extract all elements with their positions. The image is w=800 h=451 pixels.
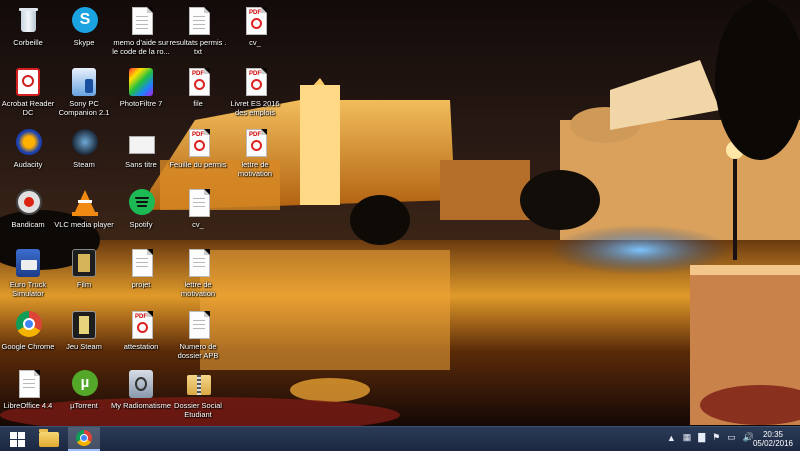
pdf-file-icon: PDF <box>240 67 270 97</box>
desktop-icon-bandicam[interactable]: Bandicam <box>0 185 56 245</box>
desktop-icon-libreoffice[interactable]: LibreOffice 4.4 <box>0 366 56 426</box>
acrobat-reader-icon <box>13 67 43 97</box>
pdf-file-icon: PDF <box>240 128 270 158</box>
pdf-file-icon: PDF <box>183 67 213 97</box>
photofiltre-icon <box>126 67 156 97</box>
desktop-icon-sans-titre[interactable]: Sans titre <box>113 125 169 185</box>
desktop-icon-skype[interactable]: S Skype <box>56 3 112 63</box>
file-explorer-button[interactable] <box>34 427 64 451</box>
clock-time: 20:35 <box>762 430 784 439</box>
desktop-icon-cv-pdf[interactable]: PDF cv_ <box>227 3 283 63</box>
file-explorer-icon <box>39 428 59 447</box>
utorrent-icon: µ <box>69 369 99 399</box>
start-button[interactable] <box>0 427 34 451</box>
desktop-icon-lettre-motivation-pdf[interactable]: PDF lettre de motivation <box>227 125 283 185</box>
audacity-icon <box>13 128 43 158</box>
taskbar: ▲ ▦ ▇ ⚑ ▭ 🔊 20:35 05/02/2016 <box>0 426 800 451</box>
desktop-icon-utorrent[interactable]: µ µTorrent <box>56 366 112 426</box>
desktop-icon-steam[interactable]: Steam <box>56 125 112 185</box>
signal-icon[interactable]: ▇ <box>698 432 705 443</box>
desktop-icon-projet[interactable]: projet <box>113 245 169 305</box>
desktop-icon-numero-dossier-apb[interactable]: Numero de dossier APB <box>170 307 226 367</box>
desktop-icon-corbeille[interactable]: Corbeille <box>0 3 56 63</box>
desktop-icon-file[interactable]: PDF file <box>170 64 226 124</box>
chevron-up-icon[interactable]: ▲ <box>667 433 676 443</box>
folder-zip-icon <box>183 369 213 399</box>
desktop-icon-my-radiomatisme[interactable]: My Radiomatisme <box>111 366 171 426</box>
clock-date: 05/02/2016 <box>752 439 794 448</box>
vlc-icon <box>69 188 99 218</box>
desktop-icon-livret-es-2016[interactable]: PDF Livret ES 2016 des emplois saison... <box>227 64 283 124</box>
desktop-icon-sony-pc-companion[interactable]: Sony PC Companion 2.1 <box>56 64 112 124</box>
flag-icon[interactable]: ⚑ <box>712 432 720 443</box>
desktop-icon-acrobat-reader[interactable]: Acrobat Reader DC <box>0 64 56 124</box>
desktop-icon-resultats-permis[interactable]: resultats permis . txt <box>169 3 227 63</box>
pdf-file-icon: PDF <box>240 6 270 36</box>
steam-game-shortcut-icon <box>69 310 99 340</box>
network-icon[interactable]: ▦ <box>683 432 692 443</box>
desktop-icon-google-chrome[interactable]: Google Chrome <box>0 307 56 367</box>
desktop-icon-attestation[interactable]: PDF attestation <box>113 307 169 367</box>
desktop-icon-feuille-du-permis[interactable]: PDF Feuille du permis <box>169 125 227 185</box>
battery-icon[interactable]: ▭ <box>727 432 736 443</box>
pdf-file-icon: PDF <box>183 128 213 158</box>
desktop-icon-film[interactable]: Film <box>56 245 112 305</box>
document-file-icon <box>126 248 156 278</box>
system-tray: ▲ ▦ ▇ ⚑ ▭ 🔊 <box>667 432 754 443</box>
recycle-bin-icon <box>13 6 43 36</box>
desktop-icon-audacity[interactable]: Audacity <box>0 125 56 185</box>
chrome-taskbar-button[interactable] <box>68 427 100 451</box>
desktop-icon-euro-truck[interactable]: Euro Truck Simulator <box>0 245 56 305</box>
windows-start-icon <box>9 431 25 447</box>
document-file-icon <box>183 248 213 278</box>
document-file-icon <box>183 188 213 218</box>
text-file-icon <box>183 310 213 340</box>
desktop-icon-cv-doc[interactable]: cv_ <box>170 185 226 245</box>
desktop-icon-lettre-motivation-doc[interactable]: lettre de motivation <box>170 245 226 305</box>
desktop-icon-vlc[interactable]: VLC media player <box>54 185 114 245</box>
desktop-icon-spotify[interactable]: Spotify <box>113 185 169 245</box>
text-file-icon <box>183 6 213 36</box>
clock[interactable]: 20:35 05/02/2016 <box>752 430 794 448</box>
pdf-file-icon: PDF <box>126 310 156 340</box>
skype-icon: S <box>69 6 99 36</box>
blank-file-icon <box>126 128 156 158</box>
spotify-icon <box>126 188 156 218</box>
steam-icon <box>69 128 99 158</box>
euro-truck-simulator-icon <box>13 248 43 278</box>
desktop-icon-photofiltre[interactable]: PhotoFiltre 7 <box>113 64 169 124</box>
film-shortcut-icon <box>69 248 99 278</box>
sony-pc-companion-icon <box>69 67 99 97</box>
radiomatisme-icon <box>126 369 156 399</box>
text-file-icon <box>126 6 156 36</box>
desktop-icon-jeu-steam[interactable]: Jeu Steam <box>56 307 112 367</box>
google-chrome-icon <box>13 310 43 340</box>
desktop-icon-dossier-social-etudiant[interactable]: Dossier Social Etudiant <box>170 366 226 426</box>
bandicam-icon <box>13 188 43 218</box>
libreoffice-icon <box>13 369 43 399</box>
desktop-icon-memo-aide[interactable]: memo d'aide sur le code de la ro... <box>112 3 170 63</box>
google-chrome-icon <box>76 430 92 446</box>
